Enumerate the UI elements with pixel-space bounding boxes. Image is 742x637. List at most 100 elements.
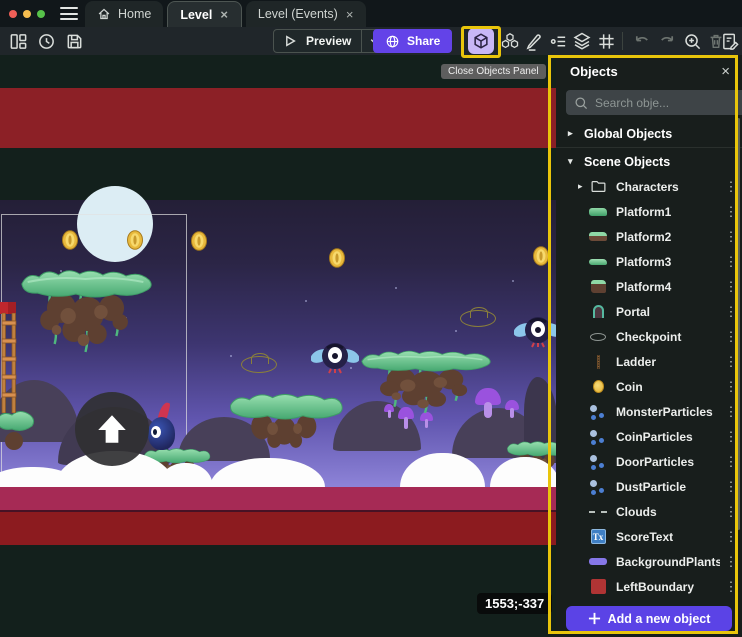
- player-pupil: [153, 429, 157, 435]
- portal-icon: [588, 304, 608, 320]
- object-groups-icon[interactable]: [498, 29, 522, 53]
- object-row-coin[interactable]: Coin⋮: [556, 374, 742, 399]
- preview-button[interactable]: Preview: [302, 34, 361, 48]
- coin-sprite[interactable]: [191, 231, 207, 251]
- history-icon[interactable]: [34, 29, 58, 53]
- pencil-edit-icon[interactable]: [522, 29, 546, 53]
- object-row-leftboundary[interactable]: LeftBoundary⋮: [556, 574, 742, 599]
- object-row-characters[interactable]: ▸ Characters ⋮: [556, 174, 742, 199]
- platform-sprite[interactable]: [228, 388, 344, 450]
- tab-level[interactable]: Level ×: [167, 1, 242, 27]
- object-row-platform4[interactable]: Platform4⋮: [556, 274, 742, 299]
- close-icon[interactable]: ×: [721, 63, 730, 80]
- tab-close-icon[interactable]: ×: [219, 7, 229, 22]
- boundary-icon: [588, 579, 608, 595]
- object-row-platform1[interactable]: Platform1⋮: [556, 199, 742, 224]
- flying-monster-sprite[interactable]: [311, 339, 359, 377]
- add-new-object-button[interactable]: Add a new object: [566, 606, 732, 631]
- grid-icon[interactable]: [594, 29, 618, 53]
- object-row-dustparticle[interactable]: DustParticle⋮: [556, 474, 742, 499]
- up-arrow-touch-button-sprite[interactable]: [75, 392, 149, 466]
- group-label: Scene Objects: [584, 155, 670, 169]
- objects-cube-icon: [472, 32, 490, 50]
- search-icon: [574, 96, 588, 110]
- particles-icon: [588, 479, 608, 495]
- plus-icon: [588, 612, 601, 625]
- coin-sprite[interactable]: [533, 246, 549, 266]
- window-minimize-button[interactable]: [23, 10, 31, 18]
- window-close-button[interactable]: [9, 10, 17, 18]
- zoom-in-icon[interactable]: [680, 29, 704, 53]
- instances-list-icon[interactable]: [546, 29, 570, 53]
- ladder-sprite[interactable]: [1, 313, 17, 413]
- tab-level-events[interactable]: Level (Events) ×: [246, 1, 367, 27]
- tab-label: Level (Events): [258, 7, 338, 21]
- platform-icon: [588, 254, 608, 270]
- window-zoom-button[interactable]: [37, 10, 45, 18]
- share-button-label: Share: [407, 34, 440, 48]
- play-icon[interactable]: [278, 29, 302, 53]
- platform-icon: [588, 229, 608, 245]
- object-row-platform3[interactable]: Platform3⋮: [556, 249, 742, 274]
- share-button[interactable]: Share: [373, 29, 452, 53]
- objects-panel: Objects × ▸ Global Objects ▾ Scene Objec…: [556, 55, 742, 637]
- group-label: Global Objects: [584, 127, 672, 141]
- flying-monster-sprite[interactable]: [514, 313, 562, 351]
- preview-button-group: Preview: [273, 29, 387, 53]
- coin-sprite[interactable]: [127, 230, 143, 250]
- redo-icon[interactable]: [654, 29, 678, 53]
- window-tab-bar: Home Level × Level (Events) ×: [0, 0, 742, 27]
- object-row-platform2[interactable]: Platform2⋮: [556, 224, 742, 249]
- object-row-portal[interactable]: Portal⋮: [556, 299, 742, 324]
- menu-hamburger-icon[interactable]: [60, 7, 78, 20]
- platform-island-sprite[interactable]: [358, 346, 492, 422]
- object-row-monsterparticles[interactable]: MonsterParticles⋮: [556, 399, 742, 424]
- plants-icon: [588, 554, 608, 570]
- tab-home[interactable]: Home: [85, 1, 163, 27]
- object-row-scoretext[interactable]: TxScoreText⋮: [556, 524, 742, 549]
- undo-icon[interactable]: [630, 29, 654, 53]
- object-row-coinparticles[interactable]: CoinParticles⋮: [556, 424, 742, 449]
- kebab-menu-icon[interactable]: ⋮: [720, 529, 742, 545]
- search-input[interactable]: [595, 96, 742, 110]
- home-icon: [97, 7, 111, 21]
- cursor-coordinates-badge: 1553;-337: [477, 593, 552, 614]
- tab-close-icon[interactable]: ×: [345, 7, 355, 22]
- group-global-objects[interactable]: ▸ Global Objects: [556, 121, 742, 146]
- scene-properties-icon[interactable]: [718, 29, 742, 53]
- project-manager-icon[interactable]: [6, 29, 30, 53]
- chevron-right-icon[interactable]: ▸: [578, 181, 586, 192]
- editor-toolbar: Preview Share: [0, 27, 742, 55]
- up-arrow-icon: [94, 411, 130, 447]
- coin-sprite[interactable]: [329, 248, 345, 268]
- object-row-ladder[interactable]: Ladder⋮: [556, 349, 742, 374]
- add-button-label: Add a new object: [608, 612, 711, 626]
- save-icon[interactable]: [62, 29, 86, 53]
- search-box[interactable]: [566, 90, 742, 115]
- tooltip: Close Objects Panel: [441, 64, 546, 79]
- layers-icon[interactable]: [570, 29, 594, 53]
- platform-island-sprite[interactable]: [18, 264, 153, 364]
- dashed-line-icon: [588, 504, 608, 520]
- kebab-menu-icon[interactable]: ⋮: [720, 554, 742, 570]
- kebab-menu-icon[interactable]: ⋮: [720, 579, 742, 595]
- text-object-icon: Tx: [588, 529, 608, 545]
- panel-scrollbar[interactable]: [737, 118, 740, 530]
- particles-icon: [588, 429, 608, 445]
- mushroom-sprite: [505, 400, 519, 418]
- tab-label: Level: [180, 8, 212, 22]
- object-row-clouds[interactable]: Clouds⋮: [556, 499, 742, 524]
- objects-panel-toggle-button[interactable]: [468, 28, 494, 54]
- tab-label: Home: [118, 7, 151, 21]
- chevron-down-icon[interactable]: ▾: [568, 156, 576, 167]
- chevron-right-icon[interactable]: ▸: [568, 128, 576, 139]
- platform-icon: [588, 279, 608, 295]
- checkpoint-icon: [588, 329, 608, 345]
- group-scene-objects[interactable]: ▾ Scene Objects: [556, 149, 742, 174]
- coin-sprite[interactable]: [62, 230, 78, 250]
- object-row-doorparticles[interactable]: DoorParticles⋮: [556, 449, 742, 474]
- toolbar-separator: [622, 32, 623, 50]
- object-row-checkpoint[interactable]: Checkpoint⋮: [556, 324, 742, 349]
- ufo-sketch-sprite: [241, 356, 277, 373]
- object-row-backgroundplants[interactable]: BackgroundPlants⋮: [556, 549, 742, 574]
